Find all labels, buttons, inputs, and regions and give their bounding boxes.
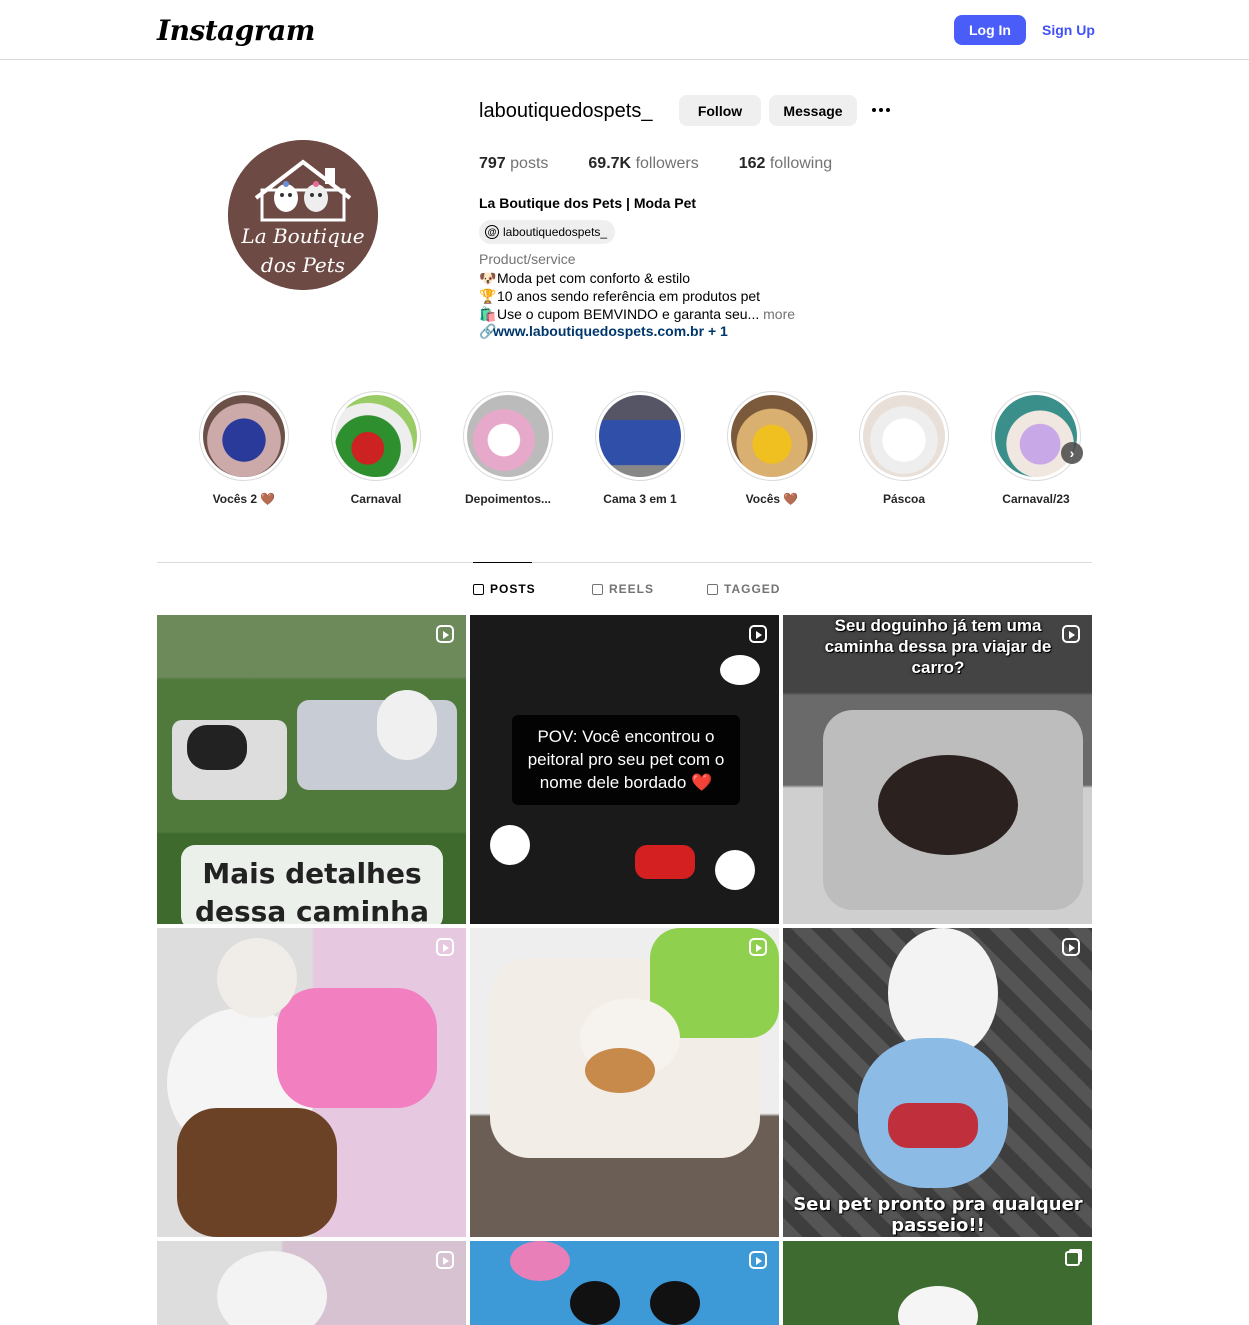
posts-stat: 797 posts: [479, 155, 549, 172]
bio-line: 🐶Moda pet com conforto & estilo: [479, 270, 690, 286]
carousel-icon: [1065, 1251, 1080, 1266]
post-thumbnail[interactable]: Seu pet pronto pra qualquer passeio!!: [783, 928, 1092, 1237]
reel-icon: [436, 625, 454, 643]
bio-line: 🛍️Use o cupom BEMVINDO e garanta seu... …: [479, 306, 796, 322]
bio-more-link[interactable]: more: [763, 306, 795, 322]
highlight-label: Vocês 2 🤎: [212, 492, 276, 506]
tabs-divider: [157, 562, 1092, 563]
more-options-icon[interactable]: [867, 96, 895, 124]
instagram-logo[interactable]: Instagram: [157, 14, 315, 47]
message-button[interactable]: Message: [769, 95, 857, 126]
highlights-next-chevron-icon[interactable]: ›: [1061, 442, 1083, 464]
profile-stats: 797 posts 69.7K followers 162 following: [479, 155, 872, 173]
highlight-item[interactable]: Depoimentos...: [443, 391, 573, 506]
highlight-item[interactable]: Vocês 🤎: [707, 391, 837, 506]
reel-icon: [436, 1251, 454, 1269]
profile-username: laboutiquedospets_: [479, 100, 653, 122]
link-icon: 🔗: [479, 323, 497, 339]
highlight-item[interactable]: Vocês 2 🤎: [179, 391, 309, 506]
reel-icon: [749, 1251, 767, 1269]
avatar-text-line-2: dos Pets: [261, 253, 345, 277]
avatar-text-line-1: La Boutique: [240, 224, 364, 248]
reel-icon: [436, 938, 454, 956]
followers-stat[interactable]: 69.7K followers: [588, 155, 698, 173]
signup-link[interactable]: Sign Up: [1042, 22, 1095, 38]
post-thumbnail[interactable]: [470, 928, 779, 1237]
reel-icon: [749, 938, 767, 956]
highlight-item[interactable]: Cama 3 em 1: [575, 391, 705, 506]
profile-website-link[interactable]: 🔗www.laboutiquedospets.com.br + 1: [479, 323, 728, 340]
profile-full-name: La Boutique dos Pets | Moda Pet: [479, 195, 697, 211]
bio-line: 🏆10 anos sendo referência em produtos pe…: [479, 288, 761, 304]
highlight-label: Depoimentos...: [464, 492, 551, 506]
post-thumbnail[interactable]: POV: Você encontrou o peitoral pro seu p…: [470, 615, 779, 924]
reel-icon: [1062, 625, 1080, 643]
profile-avatar[interactable]: La Boutique dos Pets: [228, 140, 378, 290]
post-thumbnail[interactable]: [470, 1241, 779, 1325]
active-tab-indicator: [473, 562, 532, 563]
post-overlay-text: Mais detalhes dessa caminha na legenda!: [194, 857, 430, 924]
highlight-item[interactable]: Carnaval: [311, 391, 441, 506]
highlight-label: Carnaval/23: [1002, 492, 1070, 506]
reel-icon: [1062, 938, 1080, 956]
post-thumbnail[interactable]: Mais detalhes dessa caminha na legenda!: [157, 615, 466, 924]
highlight-label: Páscoa: [882, 492, 926, 506]
threads-link[interactable]: @ laboutiquedospets_: [479, 220, 616, 244]
post-overlay-text: POV: Você encontrou o peitoral pro seu p…: [527, 727, 725, 792]
highlight-item[interactable]: Páscoa: [839, 391, 969, 506]
highlight-label: Vocês 🤎: [745, 492, 799, 506]
tagged-icon: [707, 583, 718, 595]
grid-icon: [473, 583, 484, 595]
boutique-logo-icon: La Boutique dos Pets: [228, 140, 378, 290]
tab-posts[interactable]: POSTS: [473, 582, 536, 596]
top-navigation: Instagram Log In Sign Up: [0, 0, 1249, 60]
tab-tagged[interactable]: TAGGED: [707, 582, 780, 596]
following-stat[interactable]: 162 following: [739, 155, 832, 173]
threads-icon: @: [485, 225, 499, 239]
reel-icon: [749, 625, 767, 643]
post-thumbnail[interactable]: [783, 1241, 1092, 1325]
post-thumbnail[interactable]: Seu doguinho já tem uma caminha dessa pr…: [783, 615, 1092, 924]
follow-button[interactable]: Follow: [679, 95, 761, 126]
profile-bio: 🐶Moda pet com conforto & estilo 🏆10 anos…: [479, 269, 795, 323]
highlight-label: Cama 3 em 1: [603, 492, 677, 506]
post-overlay-text: Seu pet pronto pra qualquer passeio!!: [793, 1194, 1083, 1236]
reels-icon: [592, 583, 603, 595]
tab-reels[interactable]: REELS: [592, 582, 654, 596]
login-button[interactable]: Log In: [954, 15, 1026, 45]
post-thumbnail[interactable]: [157, 928, 466, 1237]
threads-handle: laboutiquedospets_: [503, 225, 608, 239]
post-overlay-text: Seu doguinho já tem uma caminha dessa pr…: [824, 616, 1052, 677]
post-thumbnail[interactable]: [157, 1241, 466, 1325]
highlight-label: Carnaval: [350, 492, 402, 506]
profile-category: Product/service: [479, 251, 576, 267]
